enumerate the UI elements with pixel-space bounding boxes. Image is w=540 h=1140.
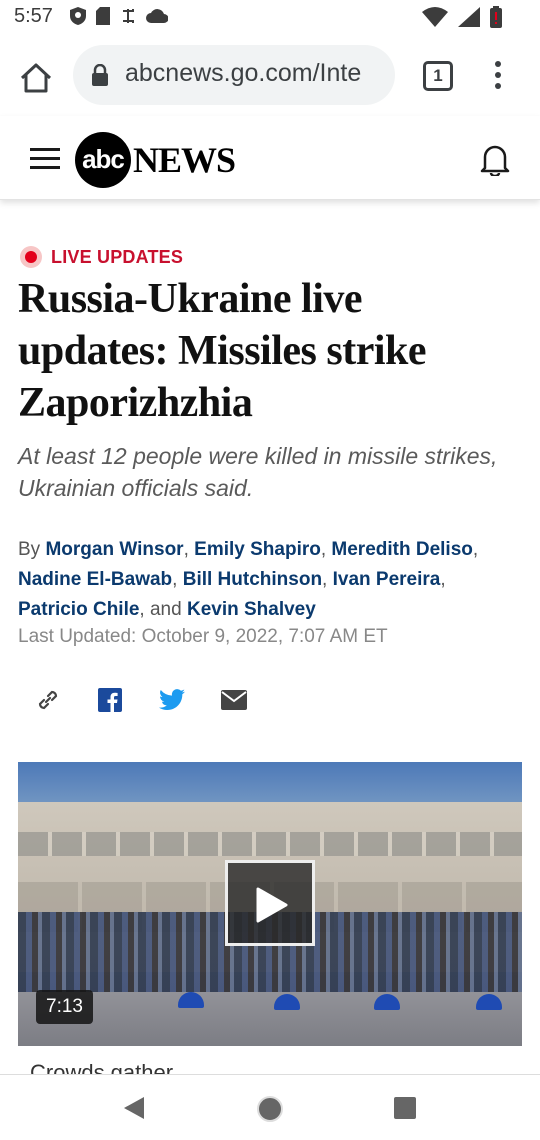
author-link[interactable]: Meredith Deliso — [331, 539, 472, 560]
recents-icon[interactable] — [394, 1097, 416, 1119]
logo-mark: abc — [75, 132, 131, 188]
home-icon — [20, 63, 52, 93]
last-updated: Last Updated: October 9, 2022, 7:07 AM E… — [18, 626, 388, 647]
video-caption: Crowds gather ... — [30, 1062, 510, 1074]
author-link[interactable]: Nadine El-Bawab — [18, 569, 172, 590]
byline-and: , and — [139, 599, 182, 620]
overflow-menu-icon[interactable] — [486, 58, 510, 94]
hamburger-menu-icon[interactable] — [30, 148, 60, 170]
tab-switcher-button[interactable]: 1 — [423, 61, 453, 91]
sd-card-icon — [96, 7, 110, 30]
url-bar[interactable]: abcnews.go.com/Inte — [73, 45, 395, 105]
logo-word: NEWS — [133, 140, 236, 180]
facebook-icon[interactable] — [96, 686, 124, 714]
status-bar: 5:57 — [0, 0, 540, 36]
video-player[interactable]: 7:13 — [18, 762, 522, 1046]
article-dek: At least 12 people were killed in missil… — [18, 443, 498, 501]
play-button[interactable] — [225, 860, 315, 946]
sync-icon — [120, 7, 136, 30]
twitter-icon[interactable] — [158, 686, 186, 714]
link-icon[interactable] — [34, 686, 62, 714]
author-link[interactable]: Morgan Winsor — [45, 539, 183, 560]
status-icons-left — [70, 7, 169, 30]
signal-icon — [458, 7, 480, 32]
status-time: 5:57 — [14, 5, 53, 27]
status-icons-right — [422, 6, 502, 33]
live-updates-badge: LIVE UPDATES — [20, 246, 183, 268]
live-updates-label: LIVE UPDATES — [51, 246, 184, 267]
video-duration: 7:13 — [36, 990, 93, 1024]
abc-news-logo[interactable]: abc NEWS — [75, 132, 236, 188]
url-text[interactable]: abcnews.go.com/Inte — [125, 59, 361, 88]
share-row — [34, 686, 248, 714]
live-dot-icon — [20, 246, 42, 268]
video-bollards — [18, 988, 522, 1018]
wifi-icon — [422, 7, 448, 32]
battery-icon — [490, 6, 502, 33]
author-link[interactable]: Kevin Shalvey — [187, 599, 316, 620]
byline: By Morgan Winsor, Emily Shapiro, Meredit… — [18, 539, 479, 620]
play-icon — [256, 887, 288, 923]
article-headline: Russia-Ukraine live updates: Missiles st… — [18, 276, 427, 426]
site-header: abc NEWS — [0, 116, 540, 200]
cloud-icon — [146, 9, 169, 28]
author-link[interactable]: Emily Shapiro — [194, 539, 321, 560]
home-circle-icon[interactable] — [256, 1095, 284, 1128]
android-nav-bar — [0, 1074, 540, 1140]
lock-icon — [91, 63, 109, 91]
video-windows — [18, 832, 522, 856]
browser-toolbar: abcnews.go.com/Inte 1 — [0, 36, 540, 116]
bell-icon[interactable] — [480, 142, 510, 178]
back-icon[interactable] — [122, 1095, 146, 1126]
home-button[interactable] — [16, 58, 56, 98]
byline-prefix: By — [18, 539, 41, 560]
email-icon[interactable] — [220, 686, 248, 714]
author-link[interactable]: Patricio Chile — [18, 599, 139, 620]
author-link[interactable]: Bill Hutchinson — [183, 569, 322, 590]
author-link[interactable]: Ivan Pereira — [333, 569, 441, 590]
shield-icon — [70, 7, 86, 30]
